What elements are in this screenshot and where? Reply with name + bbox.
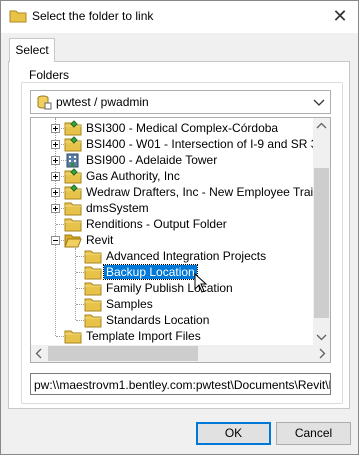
tree-item-label: Samples xyxy=(106,297,153,311)
tree-item[interactable]: BSI300 - Medical Complex-Córdoba xyxy=(31,120,313,136)
tree-item[interactable]: dmsSystem xyxy=(31,200,313,216)
vertical-scrollbar[interactable] xyxy=(313,118,330,346)
tree-item-label: Backup Location xyxy=(103,264,198,280)
window-title: Select the folder to link xyxy=(32,9,154,23)
folder-icon xyxy=(64,330,82,344)
expand-plus-icon[interactable] xyxy=(51,172,60,181)
horizontal-scroll-thumb[interactable] xyxy=(48,346,198,361)
datasource-dropdown[interactable]: pwtest / pwadmin xyxy=(30,90,331,114)
dialog-window: Select the folder to link ✕ Select Folde… xyxy=(0,0,359,455)
horizontal-scrollbar[interactable] xyxy=(31,345,330,362)
tree-item-label: BSI900 - Adelaide Tower xyxy=(86,153,218,167)
folder-icon xyxy=(84,282,102,296)
tree-item[interactable]: Family Publish Location xyxy=(31,280,313,296)
tree-item[interactable]: Backup Location xyxy=(31,264,313,280)
tree-item-label: Gas Authority, Inc xyxy=(86,169,180,183)
tree-item[interactable]: Advanced Integration Projects xyxy=(31,248,313,264)
tree-item[interactable]: Gas Authority, Inc xyxy=(31,168,313,184)
scroll-down-arrow-icon[interactable] xyxy=(313,329,330,346)
tree-item-label: dmsSystem xyxy=(86,201,149,215)
title-bar[interactable]: Select the folder to link ✕ xyxy=(1,1,358,33)
expand-plus-icon[interactable] xyxy=(51,188,60,197)
tree-item-label: Wedraw Drafters, Inc - New Employee Trai… xyxy=(86,185,330,199)
close-button[interactable]: ✕ xyxy=(328,5,352,27)
folders-group-label: Folders xyxy=(27,68,72,82)
scroll-right-arrow-icon[interactable] xyxy=(313,345,330,362)
project-folder-icon xyxy=(64,136,82,152)
collapse-minus-icon[interactable] xyxy=(51,236,60,245)
mouse-cursor-icon xyxy=(194,273,208,293)
folder-icon xyxy=(84,266,102,280)
tree-item-label: Family Publish Location xyxy=(106,281,233,295)
tree-item-label: Standards Location xyxy=(106,313,210,327)
folder-icon xyxy=(64,202,82,216)
folder-icon xyxy=(84,250,102,264)
expand-plus-icon[interactable] xyxy=(51,140,60,149)
folder-icon xyxy=(9,10,27,23)
folder-path-value: pw:\\maestrovm1.bentley.com:pwtest\Docum… xyxy=(34,378,331,392)
tree-item-label: BSI400 - W01 - Intersection of I-9 and S… xyxy=(86,137,325,151)
tree-item-label: Template Import Files xyxy=(86,329,201,343)
folder-icon xyxy=(84,314,102,328)
folder-open-icon xyxy=(64,234,82,248)
expand-plus-icon[interactable] xyxy=(51,156,60,165)
tree-item-label: Renditions - Output Folder xyxy=(86,217,227,231)
project-folder-icon xyxy=(64,120,82,136)
folder-tree[interactable]: BSI300 - Medical Complex-Córdoba BSI400 -… xyxy=(30,117,331,363)
tree-item[interactable]: Wedraw Drafters, Inc - New Employee Trai… xyxy=(31,184,329,200)
tree-item[interactable]: Standards Location xyxy=(31,312,313,328)
tree-item[interactable]: BSI900 - Adelaide Tower xyxy=(31,152,313,168)
tab-select[interactable]: Select xyxy=(9,38,55,62)
tree-item[interactable]: Revit xyxy=(31,232,313,248)
chevron-down-icon[interactable] xyxy=(310,92,328,112)
folder-icon xyxy=(84,298,102,312)
scroll-up-arrow-icon[interactable] xyxy=(313,118,330,135)
tree-item-label: Revit xyxy=(86,233,114,247)
folder-path-field[interactable]: pw:\\maestrovm1.bentley.com:pwtest\Docum… xyxy=(30,373,331,395)
tree-item[interactable]: Samples xyxy=(31,296,313,312)
tree-item[interactable]: BSI400 - W01 - Intersection of I-9 and S… xyxy=(31,136,324,152)
datasource-icon xyxy=(37,95,52,110)
tree-item[interactable]: Renditions - Output Folder xyxy=(31,216,313,232)
folder-icon xyxy=(64,218,82,232)
building-project-icon xyxy=(66,153,79,168)
expand-plus-icon[interactable] xyxy=(51,124,60,133)
ok-button[interactable]: OK xyxy=(196,422,271,445)
project-folder-icon xyxy=(64,168,82,184)
tree-item[interactable]: Template Import Files xyxy=(31,328,313,344)
project-folder-icon xyxy=(64,184,82,200)
vertical-scroll-thumb[interactable] xyxy=(314,168,329,318)
datasource-value: pwtest / pwadmin xyxy=(56,95,149,109)
tree-item-label: Advanced Integration Projects xyxy=(106,249,267,263)
expand-plus-icon[interactable] xyxy=(51,204,60,213)
cancel-button[interactable]: Cancel xyxy=(276,422,351,445)
tree-item-label: BSI300 - Medical Complex-Córdoba xyxy=(86,121,279,135)
scroll-left-arrow-icon[interactable] xyxy=(31,345,48,362)
